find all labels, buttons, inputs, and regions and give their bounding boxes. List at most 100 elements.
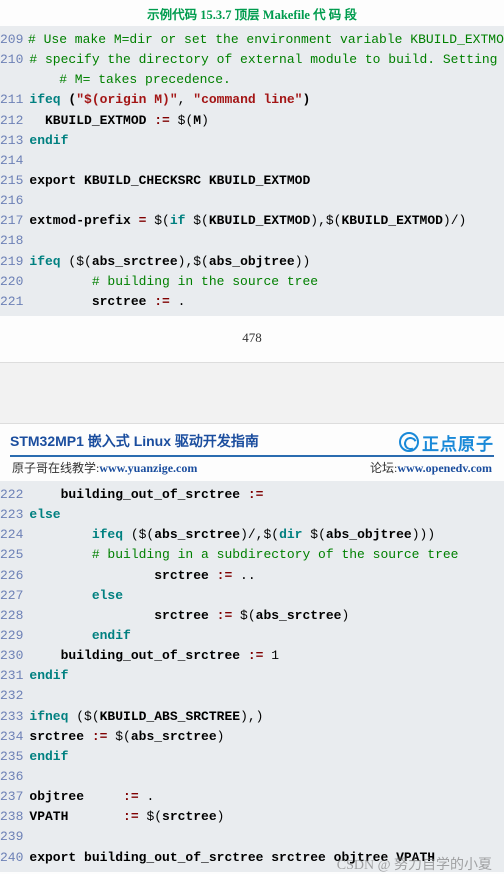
code-block-1: 209# Use make M=dir or set the environme…: [0, 26, 504, 316]
code-line: 210# specify the directory of external m…: [0, 50, 504, 70]
line-number: 222: [0, 485, 29, 505]
code-line: 237objtree := .: [0, 787, 504, 807]
code-line: 214: [0, 151, 504, 171]
code-content: ifeq ($(abs_srctree)/,$(dir $(abs_objtre…: [29, 525, 435, 545]
line-number: 237: [0, 787, 29, 807]
line-number: 220: [0, 272, 29, 292]
sub-header-bar: 原子哥在线教学:www.yuanzige.com 论坛:www.openedv.…: [10, 455, 494, 481]
forum-url: www.openedv.com: [397, 461, 492, 475]
code-line: 224 ifeq ($(abs_srctree)/,$(dir $(abs_ob…: [0, 525, 504, 545]
code-line: 226 srctree := ..: [0, 566, 504, 586]
line-number: 235: [0, 747, 29, 767]
code-line: 236: [0, 767, 504, 787]
code-line: 212 KBUILD_EXTMOD := $(M): [0, 111, 504, 131]
code-line: 220 # building in the source tree: [0, 272, 504, 292]
line-number: 221: [0, 292, 29, 312]
code-content: building_out_of_srctree :=: [29, 485, 263, 505]
line-number: 238: [0, 807, 29, 827]
teach-label: 原子哥在线教学:: [12, 461, 99, 475]
line-number: 214: [0, 151, 29, 171]
code-content: endif: [29, 626, 130, 646]
code-content: ifneq ($(KBUILD_ABS_SRCTREE),): [29, 707, 263, 727]
code-content: # specify the directory of external modu…: [29, 50, 497, 70]
line-number: 233: [0, 707, 29, 727]
line-number: 227: [0, 586, 29, 606]
line-number: 223: [0, 505, 29, 525]
code-line: 209# Use make M=dir or set the environme…: [0, 30, 504, 50]
code-line: # M= takes precedence.: [0, 70, 504, 90]
code-content: srctree := $(abs_srctree): [29, 727, 224, 747]
code-content: srctree := ..: [29, 566, 255, 586]
line-number: 232: [0, 686, 29, 706]
code-line: 230 building_out_of_srctree := 1: [0, 646, 504, 666]
forum-label: 论坛:: [370, 461, 397, 475]
line-number: 210: [0, 50, 29, 70]
code-content: # building in a subdirectory of the sour…: [29, 545, 458, 565]
line-number: 225: [0, 545, 29, 565]
code-content: VPATH := $(srctree): [29, 807, 224, 827]
code-content: else: [29, 505, 60, 525]
code-content: # building in the source tree: [29, 272, 318, 292]
code-content: endif: [29, 747, 68, 767]
brand-logo: 正点原子: [399, 430, 494, 455]
line-number: 231: [0, 666, 29, 686]
line-number: 219: [0, 252, 29, 272]
line-number: 209: [0, 30, 28, 50]
code-content: building_out_of_srctree := 1: [29, 646, 279, 666]
code-block-2: 222 building_out_of_srctree :=223else224…: [0, 481, 504, 872]
code-content: endif: [29, 131, 68, 151]
csdn-watermark: CSDN @ 努力自学的小夏: [0, 854, 504, 874]
code-line: 239: [0, 827, 504, 847]
line-number: 215: [0, 171, 29, 191]
code-line: 229 endif: [0, 626, 504, 646]
code-content: srctree := .: [29, 292, 185, 312]
code-line: 227 else: [0, 586, 504, 606]
page-header: STM32MP1 嵌入式 Linux 驱动开发指南 正点原子 原子哥在线教学:w…: [0, 424, 504, 481]
code-line: 233ifneq ($(KBUILD_ABS_SRCTREE),): [0, 707, 504, 727]
code-line: 234srctree := $(abs_srctree): [0, 727, 504, 747]
forum-site: 论坛:www.openedv.com: [370, 459, 492, 476]
line-number: 218: [0, 231, 29, 251]
code-content: # M= takes precedence.: [28, 70, 231, 90]
code-content: ifeq ("$(origin M)", "command line"): [29, 90, 310, 110]
code-line: 231endif: [0, 666, 504, 686]
document-title: STM32MP1 嵌入式 Linux 驱动开发指南: [10, 431, 259, 451]
page-gap: [0, 362, 504, 424]
line-number: 230: [0, 646, 29, 666]
code-line: 228 srctree := $(abs_srctree): [0, 606, 504, 626]
code-line: 223else: [0, 505, 504, 525]
code-listing-title: 示例代码 15.3.7 顶层 Makefile 代 码 段: [0, 0, 504, 26]
code-line: 215export KBUILD_CHECKSRC KBUILD_EXTMOD: [0, 171, 504, 191]
line-number: 234: [0, 727, 29, 747]
logo-icon: [399, 432, 419, 452]
line-number: 229: [0, 626, 29, 646]
code-line: 238VPATH := $(srctree): [0, 807, 504, 827]
teach-url: www.yuanzige.com: [99, 461, 197, 475]
code-line: 222 building_out_of_srctree :=: [0, 485, 504, 505]
page-number: 478: [0, 330, 504, 346]
line-number: 217: [0, 211, 29, 231]
code-line: 232: [0, 686, 504, 706]
code-line: 217extmod-prefix = $(if $(KBUILD_EXTMOD)…: [0, 211, 504, 231]
line-number: 239: [0, 827, 29, 847]
code-line: 218: [0, 231, 504, 251]
code-line: 211ifeq ("$(origin M)", "command line"): [0, 90, 504, 110]
code-line: 216: [0, 191, 504, 211]
line-number: 236: [0, 767, 29, 787]
line-number: 212: [0, 111, 29, 131]
line-number: 226: [0, 566, 29, 586]
code-content: export KBUILD_CHECKSRC KBUILD_EXTMOD: [29, 171, 310, 191]
code-line: 225 # building in a subdirectory of the …: [0, 545, 504, 565]
teach-site: 原子哥在线教学:www.yuanzige.com: [12, 459, 197, 476]
code-content: ifeq ($(abs_srctree),$(abs_objtree)): [29, 252, 310, 272]
code-line: 235endif: [0, 747, 504, 767]
code-content: # Use make M=dir or set the environment …: [28, 30, 504, 50]
code-line: 221 srctree := .: [0, 292, 504, 312]
line-number: 228: [0, 606, 29, 626]
code-content: extmod-prefix = $(if $(KBUILD_EXTMOD),$(…: [29, 211, 466, 231]
brand-name: 正点原子: [422, 430, 494, 455]
line-number: 224: [0, 525, 29, 545]
line-number: 213: [0, 131, 29, 151]
code-content: objtree := .: [29, 787, 154, 807]
code-content: srctree := $(abs_srctree): [29, 606, 349, 626]
